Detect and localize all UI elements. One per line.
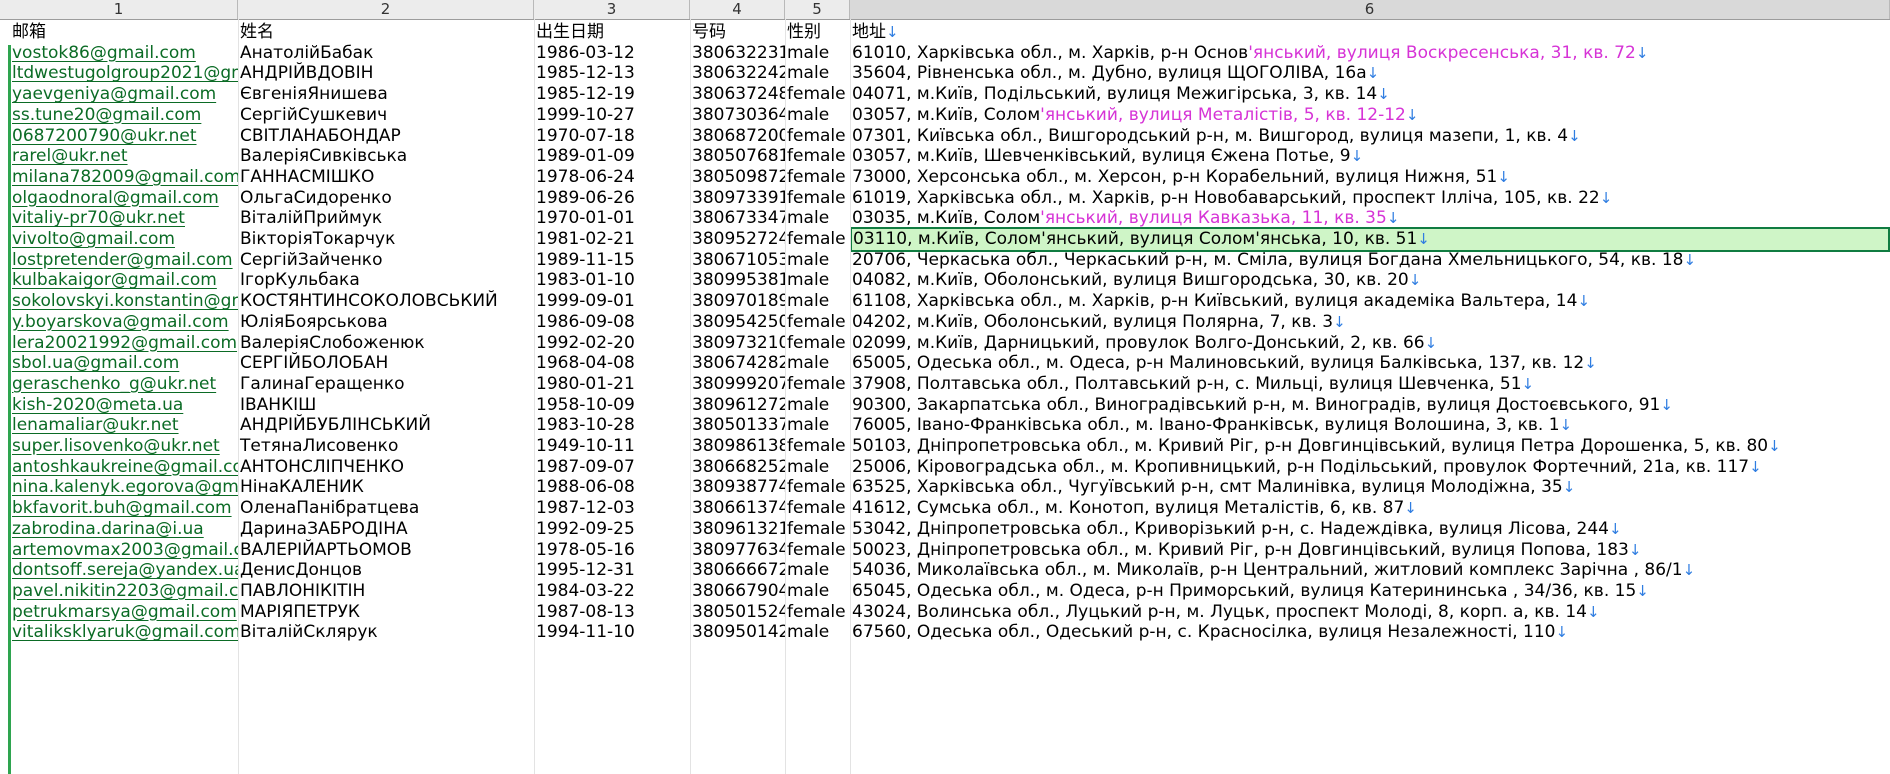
arrow-down-icon: ↓ <box>1683 250 1697 269</box>
gender-cell[interactable]: male <box>785 620 850 645</box>
address-text: 90300, Закарпатська обл., Виноградівськи… <box>852 394 1661 415</box>
address-text: 02099, м.Київ, Дарницький, провулок Волг… <box>852 332 1425 353</box>
address-text: 35604, Рівненська обл., м. Дубно, вулиця… <box>852 63 1367 84</box>
arrow-down-icon: ↓ <box>1405 105 1419 124</box>
arrow-down-icon: ↓ <box>1377 85 1390 104</box>
spreadsheet-sheet: 123456 邮箱 姓名 出生日期 号码 性别 地址↓ vostok86@gmail.com… <box>0 0 1890 774</box>
address-text: 04202, м.Київ, Оболонський, вулиця Поляр… <box>852 311 1334 332</box>
address-text: 50103, Дніпропетровська обл., м. Кривий … <box>852 436 1769 456</box>
column-header-strip: 123456 <box>0 0 1890 20</box>
column-gridline <box>690 19 691 774</box>
birth-date-cell[interactable]: 1994-11-10 <box>534 620 690 645</box>
address-text: 04082, м.Київ, Оболонський, вулиця Вишго… <box>852 270 1409 291</box>
arrow-down-icon: ↓ <box>1404 499 1417 518</box>
arrow-down-icon: ↓ <box>1635 43 1649 62</box>
arrow-down-icon: ↓ <box>1628 540 1642 559</box>
arrow-down-icon: ↓ <box>1366 64 1380 83</box>
arrow-down-icon: ↓ <box>1333 312 1346 331</box>
address-text: 03057, м.Київ, Солом <box>852 104 1041 125</box>
address-text: 37908, Полтавська обл., Полтавський р-н,… <box>852 373 1522 394</box>
arrow-down-icon: ↓ <box>1768 437 1781 455</box>
arrow-down-icon: ↓ <box>1350 147 1364 166</box>
arrow-down-icon: ↓ <box>1408 271 1422 290</box>
column-gridline <box>534 19 535 774</box>
column-gridline <box>238 19 239 774</box>
table-row[interactable]: vitaliksklyaruk@gmail.com ВіталійСклярук 1… <box>0 620 1890 645</box>
arrow-down-icon: ↓ <box>1568 126 1581 145</box>
arrow-down-icon: ↓ <box>1586 602 1600 621</box>
arrow-down-icon: ↓ <box>1497 167 1510 186</box>
arrow-down-icon: ↓ <box>1521 374 1535 393</box>
address-text: 63525, Харківська обл., Чугуївський р-н,… <box>852 477 1563 498</box>
arrow-down-icon: ↓ <box>1562 478 1576 497</box>
arrow-down-icon: ↓ <box>1417 230 1430 248</box>
arrow-down-icon: ↓ <box>1636 581 1649 600</box>
address-text: 43024, Волинська обл., Луцький р-н, м. Л… <box>852 601 1587 622</box>
column-gridline <box>785 19 786 774</box>
address-text-highlighted: 'янський, вулиця Металістів, 5, кв. 12-1… <box>1040 104 1406 125</box>
column-number-2[interactable]: 2 <box>238 0 534 19</box>
arrow-down-icon: ↓ <box>1386 209 1400 228</box>
email-cell[interactable]: vitaliksklyaruk@gmail.com <box>10 620 238 645</box>
address-text: 03110, м.Київ, Солом'янський, вулиця Сол… <box>853 229 1418 249</box>
arrow-down-icon: ↓ <box>1749 457 1762 476</box>
address-text: 03035, м.Київ, Солом <box>852 208 1041 229</box>
address-text: 20706, Черкаська обл., Черкаський р-н, м… <box>852 249 1684 270</box>
address-text: 76005, Івано-Франківська обл., м. Івано-… <box>852 415 1560 436</box>
address-text: 73000, Херсонська обл., м. Херсон, р-н К… <box>852 166 1498 187</box>
address-text: 53042, Дніпропетровська обл., Криворізьк… <box>852 518 1609 539</box>
address-text: 07301, Київська обл., Вишгородський р-н,… <box>852 125 1569 146</box>
arrow-down-icon: ↓ <box>1577 292 1591 311</box>
name-cell[interactable]: ВіталійСклярук <box>238 620 534 645</box>
arrow-down-icon: ↓ <box>1559 416 1573 435</box>
column-gridline <box>850 19 851 774</box>
address-cell[interactable]: 67560, Одеська обл., Одеський р-н, с. Кр… <box>850 620 1890 645</box>
phone-cell[interactable]: 380950142098 <box>690 620 785 645</box>
address-text: 65005, Одеська обл., м. Одеса, р-н Малин… <box>852 353 1585 374</box>
address-text: 61010, Харківська обл., м. Харків, р-н О… <box>852 42 1249 63</box>
arrow-down-icon: ↓ <box>1682 561 1696 580</box>
arrow-down-icon: ↓ <box>1599 188 1613 207</box>
column-number-3[interactable]: 3 <box>534 0 690 19</box>
column-number-1[interactable]: 1 <box>0 0 238 19</box>
address-text: 50023, Дніпропетровська обл., м. Кривий … <box>852 539 1629 560</box>
header-address-label: 地址 <box>852 22 886 42</box>
arrow-down-icon: ↓ <box>1608 519 1622 538</box>
address-text: 54036, Миколаївська обл., м. Миколаїв, р… <box>852 560 1683 581</box>
column-number-5[interactable]: 5 <box>785 0 850 19</box>
arrow-down-icon: ↓ <box>1555 623 1569 642</box>
address-text: 03057, м.Київ, Шевченківський, вулиця Єж… <box>852 146 1351 167</box>
arrow-down-icon: ↓ <box>1424 333 1438 352</box>
address-text: 04071, м.Київ, Подільський, вулиця Межиг… <box>852 84 1378 105</box>
column-number-4[interactable]: 4 <box>690 0 785 19</box>
address-text-highlighted: 'янський, вулиця Воскресенська, 31, кв. … <box>1248 42 1636 63</box>
address-text: 61108, Харківська обл., м. Харків, р-н К… <box>852 291 1578 312</box>
address-text: 67560, Одеська обл., Одеський р-н, с. Кр… <box>852 622 1556 643</box>
address-text: 65045, Одеська обл., м. Одеса, р-н Примо… <box>852 580 1637 601</box>
address-text-highlighted: 'янський, вулиця Кавказька, 11, кв. 35 <box>1040 208 1387 229</box>
address-text: 61019, Харківська обл., м. Харків, р-н Н… <box>852 187 1600 208</box>
arrow-down-icon: ↓ <box>1584 354 1597 373</box>
address-text: 41612, Сумська обл., м. Конотоп, вулиця … <box>852 498 1405 519</box>
column-number-6[interactable]: 6 <box>850 0 1890 19</box>
arrow-down-icon: ↓ <box>886 23 899 41</box>
address-text: 25006, Кіровоградська обл., м. Кропивниц… <box>852 456 1750 477</box>
arrow-down-icon: ↓ <box>1660 395 1673 414</box>
